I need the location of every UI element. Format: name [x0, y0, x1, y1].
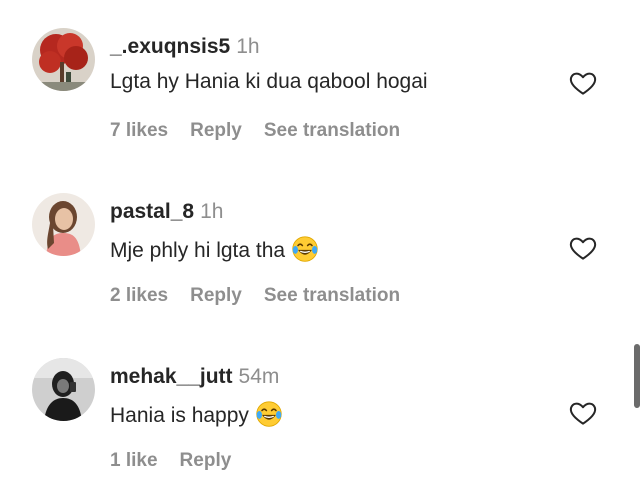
reply-button[interactable]: Reply: [180, 450, 232, 471]
username[interactable]: pastal_8: [110, 200, 194, 223]
avatar[interactable]: [32, 358, 95, 421]
see-translation-button[interactable]: See translation: [264, 285, 400, 306]
timestamp: 54m: [238, 365, 280, 388]
username[interactable]: _.exuqnsis5: [110, 35, 230, 58]
avatar-dark-selfie-photo-icon: [32, 358, 95, 421]
like-heart-icon[interactable]: [568, 68, 598, 98]
comment-header: _.exuqnsis5 1h: [110, 35, 260, 59]
avatar-woman-pink-photo-icon: [32, 193, 95, 256]
comment-actions: 7 likes Reply See translation: [110, 120, 422, 142]
comment-item: mehak__jutt 54m Hania is happy 1 like Repl…: [0, 330, 640, 490]
comment-body: Lgta hy Hania ki dua qabool hogai: [110, 70, 428, 93]
comment-item: _.exuqnsis5 1h Lgta hy Hania ki dua qaboo…: [0, 0, 640, 160]
likes-count[interactable]: 1 like: [110, 450, 158, 471]
like-heart-icon[interactable]: [568, 398, 598, 428]
comment-text: Lgta hy Hania ki dua qabool hogai: [110, 70, 428, 94]
avatar-red-tree-photo-icon: [32, 28, 95, 91]
like-heart-icon[interactable]: [568, 233, 598, 263]
face-with-tears-of-joy-icon: [256, 401, 282, 427]
comment-header: mehak__jutt 54m: [110, 365, 279, 389]
likes-count[interactable]: 7 likes: [110, 120, 168, 141]
timestamp: 1h: [200, 200, 224, 223]
comment-header: pastal_8 1h: [110, 200, 223, 224]
reply-button[interactable]: Reply: [190, 120, 242, 141]
comment-text: Hania is happy: [110, 400, 283, 428]
reply-button[interactable]: Reply: [190, 285, 242, 306]
face-with-tears-of-joy-icon: [292, 236, 318, 262]
comment-body: Hania is happy: [110, 404, 249, 427]
timestamp: 1h: [236, 35, 260, 58]
username[interactable]: mehak__jutt: [110, 365, 233, 388]
scrollbar-thumb[interactable]: [634, 344, 640, 408]
likes-count[interactable]: 2 likes: [110, 285, 168, 306]
comment-text: Mje phly hi lgta tha: [110, 235, 319, 263]
comment-body: Mje phly hi lgta tha: [110, 239, 286, 262]
comment-item: pastal_8 1h Mje phly hi lgta tha 2 likes R…: [0, 165, 640, 325]
see-translation-button[interactable]: See translation: [264, 120, 400, 141]
avatar[interactable]: [32, 193, 95, 256]
comment-actions: 1 like Reply: [110, 450, 253, 472]
comment-actions: 2 likes Reply See translation: [110, 285, 422, 307]
avatar[interactable]: [32, 28, 95, 91]
